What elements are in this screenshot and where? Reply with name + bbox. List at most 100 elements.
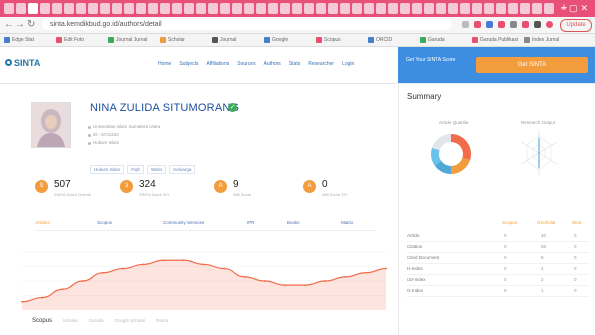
top-nav-item[interactable]: Login xyxy=(342,61,354,67)
top-nav-item[interactable]: Subjects xyxy=(179,61,198,67)
profile-tab[interactable]: Books xyxy=(287,220,300,225)
bookmark-item[interactable]: Garuda Publikasi xyxy=(480,36,518,44)
subject-tag[interactable]: Keluarga xyxy=(169,165,196,174)
bookmark-item[interactable]: Edge Stat xyxy=(12,36,34,44)
subject-tag[interactable]: Hukum Islam xyxy=(90,165,125,174)
browser-tab[interactable] xyxy=(376,3,386,14)
browser-tab[interactable] xyxy=(304,3,314,14)
browser-tab[interactable] xyxy=(28,3,38,14)
profile-tab[interactable]: Scopus xyxy=(97,220,112,225)
browser-tab[interactable] xyxy=(352,3,362,14)
browser-tab[interactable] xyxy=(244,3,254,14)
browser-tab[interactable] xyxy=(544,3,554,14)
browser-tab[interactable] xyxy=(520,3,530,14)
bottom-nav-item[interactable]: Google Scholar xyxy=(114,318,145,323)
extension-icon[interactable] xyxy=(474,21,481,28)
bottom-nav-item[interactable]: Rama xyxy=(156,318,168,323)
bookmark-item[interactable]: Journal xyxy=(220,36,236,44)
browser-tab[interactable] xyxy=(16,3,26,14)
bookmark-item[interactable]: Index Jurnal xyxy=(532,36,559,44)
browser-tab[interactable] xyxy=(268,3,278,14)
avatar-icon[interactable] xyxy=(546,21,553,28)
profile-tab[interactable]: IPR xyxy=(247,220,255,225)
browser-tab[interactable] xyxy=(508,3,518,14)
window-controls[interactable]: –▢✕ xyxy=(561,3,591,14)
browser-tab[interactable] xyxy=(292,3,302,14)
top-nav-item[interactable]: Stats xyxy=(289,61,300,67)
affiliation-line[interactable]: Universitas Islam Sumatera Utara xyxy=(93,124,160,129)
bookmark-item[interactable]: Garuda xyxy=(428,36,445,44)
browser-tab[interactable] xyxy=(496,3,506,14)
bottom-nav-item[interactable]: Garuda xyxy=(89,318,104,323)
sinta-logo-icon[interactable] xyxy=(5,59,12,66)
profile-update-button[interactable]: Update xyxy=(560,19,592,32)
url-bar[interactable]: sinta.kemdikbud.go.id/authors/detail xyxy=(42,19,452,30)
top-nav-item[interactable]: Researcher xyxy=(308,61,334,67)
bottom-nav-title[interactable]: Scopus xyxy=(32,318,52,324)
browser-tab[interactable] xyxy=(40,3,50,14)
browser-tab[interactable] xyxy=(328,3,338,14)
profile-tab[interactable]: Matrix xyxy=(341,220,353,225)
share-icon[interactable] xyxy=(462,21,469,28)
browser-tab[interactable] xyxy=(232,3,242,14)
top-nav-item[interactable]: Authors xyxy=(264,61,281,67)
app-logo[interactable]: SINTA xyxy=(14,58,40,68)
browser-tab[interactable] xyxy=(112,3,122,14)
browser-tab[interactable] xyxy=(76,3,86,14)
subject-tag[interactable]: Waris xyxy=(147,165,167,174)
browser-tab[interactable] xyxy=(340,3,350,14)
bottom-nav-item[interactable]: Scholar xyxy=(63,318,78,323)
extension-icon[interactable] xyxy=(510,21,517,28)
bookmark-item[interactable]: Scholar xyxy=(168,36,185,44)
browser-tab[interactable] xyxy=(436,3,446,14)
browser-tab[interactable] xyxy=(532,3,542,14)
browser-tab[interactable] xyxy=(460,3,470,14)
browser-tab[interactable] xyxy=(160,3,170,14)
bookmark-item[interactable]: Scopus xyxy=(324,36,341,44)
bookmark-item[interactable]: ORCID xyxy=(376,36,392,44)
profile-tab[interactable]: Community Services xyxy=(163,220,204,225)
browser-tab[interactable] xyxy=(280,3,290,14)
browser-tab[interactable] xyxy=(256,3,266,14)
bookmark-item[interactable]: Google xyxy=(272,36,288,44)
extension-icon[interactable] xyxy=(522,21,529,28)
browser-tab[interactable] xyxy=(412,3,422,14)
browser-tab[interactable] xyxy=(52,3,62,14)
browser-tab[interactable] xyxy=(316,3,326,14)
browser-tab[interactable] xyxy=(136,3,146,14)
profile-tab[interactable]: Articles xyxy=(35,220,50,225)
extension-icon[interactable] xyxy=(486,21,493,28)
browser-tab[interactable] xyxy=(424,3,434,14)
subject-tag[interactable]: Fiqh xyxy=(127,165,145,174)
browser-tab[interactable] xyxy=(208,3,218,14)
author-name: NINA ZULIDA SITUMORANG xyxy=(90,102,240,114)
extension-icon[interactable] xyxy=(498,21,505,28)
browser-tab[interactable] xyxy=(484,3,494,14)
browser-tab[interactable] xyxy=(364,3,374,14)
browser-tab[interactable] xyxy=(388,3,398,14)
browser-tab[interactable] xyxy=(400,3,410,14)
browser-tab[interactable] xyxy=(64,3,74,14)
browser-tab[interactable] xyxy=(172,3,182,14)
bookmark-item[interactable]: Edit Foto xyxy=(64,36,84,44)
browser-tab[interactable] xyxy=(448,3,458,14)
browser-tab[interactable] xyxy=(196,3,206,14)
back-icon[interactable]: ← xyxy=(4,19,14,30)
browser-tab[interactable] xyxy=(100,3,110,14)
browser-tab[interactable] xyxy=(4,3,14,14)
bookmark-item[interactable]: Journal Jurnal xyxy=(116,36,147,44)
browser-tab[interactable] xyxy=(472,3,482,14)
reload-icon[interactable]: ↻ xyxy=(27,19,35,30)
browser-tab[interactable] xyxy=(220,3,230,14)
browser-tab[interactable] xyxy=(124,3,134,14)
top-nav-item[interactable]: Home xyxy=(158,61,171,67)
puzzle-icon[interactable] xyxy=(534,21,541,28)
stat-value: 324 xyxy=(139,179,156,190)
top-nav-item[interactable]: Affiliations xyxy=(207,61,230,67)
top-nav-item[interactable]: Sources xyxy=(237,61,255,67)
browser-tab[interactable] xyxy=(148,3,158,14)
browser-tab[interactable] xyxy=(88,3,98,14)
get-sinta-button[interactable]: Get SINTA xyxy=(476,57,588,73)
browser-tab[interactable] xyxy=(184,3,194,14)
forward-icon[interactable]: → xyxy=(15,19,25,30)
